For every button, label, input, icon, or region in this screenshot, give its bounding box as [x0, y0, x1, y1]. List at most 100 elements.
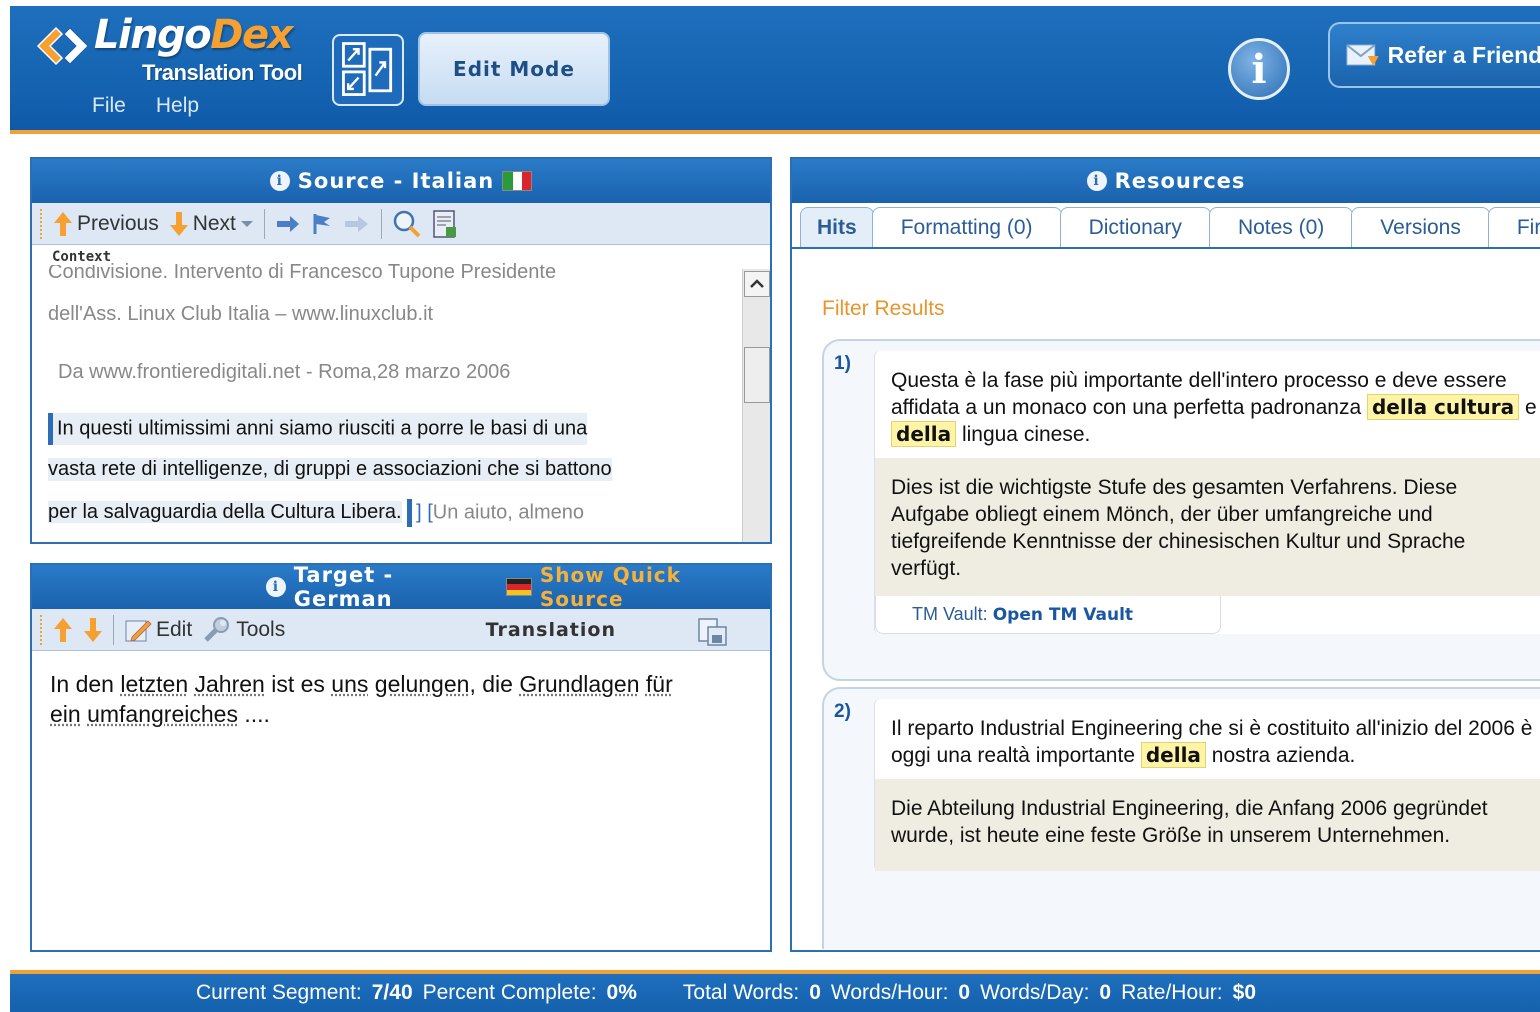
rate-hour-value: $0	[1232, 981, 1256, 1004]
chevron-up-icon	[750, 279, 764, 288]
lingodex-logo: LingoDex Translation Tool	[34, 10, 334, 100]
result-source-text[interactable]: Il reparto Industrial Engineering che si…	[875, 699, 1540, 779]
info-icon[interactable]: i	[266, 577, 286, 597]
open-tm-vault-link[interactable]: Open TM Vault	[993, 605, 1133, 625]
segment-start-marker	[48, 413, 53, 445]
target-word: für	[645, 671, 673, 697]
match-highlight: della cultura	[1366, 394, 1520, 420]
tab-find[interactable]: Fir	[1487, 207, 1540, 247]
info-icon[interactable]: i	[1086, 171, 1107, 191]
percent-complete-label: Percent Complete:	[422, 981, 597, 1004]
tab-dictionary[interactable]: Dictionary	[1059, 207, 1211, 247]
tab-hits[interactable]: Hits	[800, 207, 874, 247]
total-words-value: 0	[809, 981, 821, 1004]
tm-result: 2) Il reparto Industrial Engineering che…	[822, 687, 1540, 949]
result-source-segment: e	[1525, 396, 1537, 419]
translation-mode-label: Translation	[485, 618, 616, 641]
target-text-editor[interactable]: In den letzten Jahren ist es uns gelunge…	[32, 651, 770, 747]
italian-flag-icon	[502, 171, 533, 191]
target-word: gelungen	[374, 671, 470, 697]
scroll-up-button[interactable]	[744, 271, 770, 297]
info-icon[interactable]: i	[269, 171, 290, 191]
save-document-icon[interactable]	[696, 613, 730, 647]
result-source-segment: nostra azienda.	[1211, 744, 1356, 767]
target-word: In den	[50, 671, 114, 697]
result-number: 1)	[834, 353, 851, 374]
tm-result: 1) Questa è la fase più importante dell'…	[822, 339, 1540, 681]
tm-vault-label: TM Vault:	[912, 604, 988, 624]
previous-button[interactable]: Previous	[53, 211, 159, 237]
target-word: , die	[469, 671, 513, 697]
arrow-up-icon	[54, 211, 72, 236]
app-header: LingoDex Translation Tool File Help Edit…	[10, 6, 1540, 134]
resources-title: Resources	[1114, 169, 1246, 193]
target-word: ist es	[271, 671, 325, 697]
result-target-text[interactable]: Die Abteilung Industrial Engineering, di…	[875, 779, 1540, 871]
words-day-label: Words/Day:	[980, 981, 1090, 1004]
context-line: dell'Ass. Linux Club Italia – www.linuxc…	[48, 303, 434, 325]
tab-versions[interactable]: Versions	[1351, 207, 1490, 247]
jump-icon[interactable]	[343, 213, 371, 235]
source-panel-header: i Source - Italian	[32, 159, 770, 203]
source-panel: i Source - Italian Previous Next Context…	[30, 157, 772, 544]
resources-panel-header: i Resources	[792, 159, 1540, 203]
flag-icon[interactable]	[311, 212, 333, 236]
filter-results-link[interactable]: Filter Results	[822, 297, 945, 321]
tab-notes[interactable]: Notes (0)	[1208, 207, 1354, 247]
arrow-down-icon[interactable]	[83, 617, 103, 643]
edit-icon	[125, 619, 152, 642]
info-icon[interactable]: i	[1228, 38, 1290, 100]
words-hour-value: 0	[958, 981, 971, 1004]
next-segment-preview[interactable]: Un aiuto, almeno	[433, 501, 584, 523]
logo-chevrons-icon	[36, 26, 89, 66]
go-forward-icon[interactable]	[275, 214, 301, 234]
target-word: ....	[237, 701, 270, 727]
match-highlight: della	[891, 421, 957, 447]
source-scrollbar[interactable]	[742, 269, 770, 542]
result-source-segment: lingua cinese.	[961, 423, 1091, 446]
toolbar-separator	[380, 208, 382, 239]
edit-menu-button[interactable]: Edit	[124, 617, 192, 643]
refer-friend-button[interactable]: Refer a Friend!	[1328, 22, 1540, 88]
wrench-icon	[204, 616, 230, 642]
next-button[interactable]: Next	[169, 211, 254, 237]
toolbar-grip	[40, 208, 43, 239]
edit-label: Edit	[156, 617, 193, 641]
target-panel: i Target - German Show Quick Source Edit…	[30, 563, 772, 952]
scroll-thumb[interactable]	[744, 347, 770, 403]
menu-help[interactable]: Help	[156, 94, 199, 118]
envelope-icon	[1346, 44, 1379, 66]
swap-layout-button[interactable]	[332, 34, 404, 106]
source-text-area[interactable]: Condivisione. Intervento di Francesco Tu…	[32, 261, 738, 542]
tm-vault-row: TM Vault: Open TM Vault	[875, 596, 1221, 634]
result-card: Questa è la fase più importante dell'int…	[874, 351, 1540, 634]
document-icon[interactable]	[432, 209, 458, 239]
refer-friend-label: Refer a Friend!	[1387, 41, 1540, 68]
result-target-text[interactable]: Dies ist die wichtigste Stufe des gesamt…	[875, 458, 1540, 596]
toolbar-grip	[40, 614, 43, 645]
source-toolbar: Previous Next	[32, 203, 770, 245]
target-word: ein	[50, 701, 81, 727]
tools-menu-button[interactable]: Tools	[202, 616, 285, 644]
menu-file[interactable]: File	[92, 94, 126, 118]
words-day-value: 0	[1099, 981, 1112, 1004]
target-word: Jahren	[194, 671, 265, 697]
show-quick-source-button[interactable]: Show Quick Source	[540, 565, 770, 611]
arrow-up-icon[interactable]	[53, 617, 73, 643]
current-segment-text: per la salvaguardia della Cultura Libera…	[48, 501, 402, 524]
swap-layout-icon	[342, 42, 393, 96]
result-number: 2)	[834, 701, 851, 722]
search-icon[interactable]	[392, 209, 422, 239]
context-line: Da www.frontieredigitali.net - Roma,28 m…	[58, 361, 511, 383]
current-segment-line: In questi ultimissimi anni siamo riuscit…	[48, 413, 588, 445]
edit-mode-button[interactable]: Edit Mode	[418, 32, 610, 106]
tab-formatting[interactable]: Formatting (0)	[871, 207, 1062, 247]
target-word: uns	[331, 671, 369, 697]
result-card: Il reparto Industrial Engineering che si…	[874, 699, 1540, 871]
result-source-text[interactable]: Questa è la fase più importante dell'int…	[875, 351, 1540, 458]
chevron-down-icon	[240, 220, 253, 227]
current-segment-label: Current Segment:	[196, 981, 362, 1004]
target-word: umfangreiches	[87, 701, 238, 727]
target-title: Target - German	[293, 563, 394, 611]
next-label: Next	[192, 211, 236, 235]
